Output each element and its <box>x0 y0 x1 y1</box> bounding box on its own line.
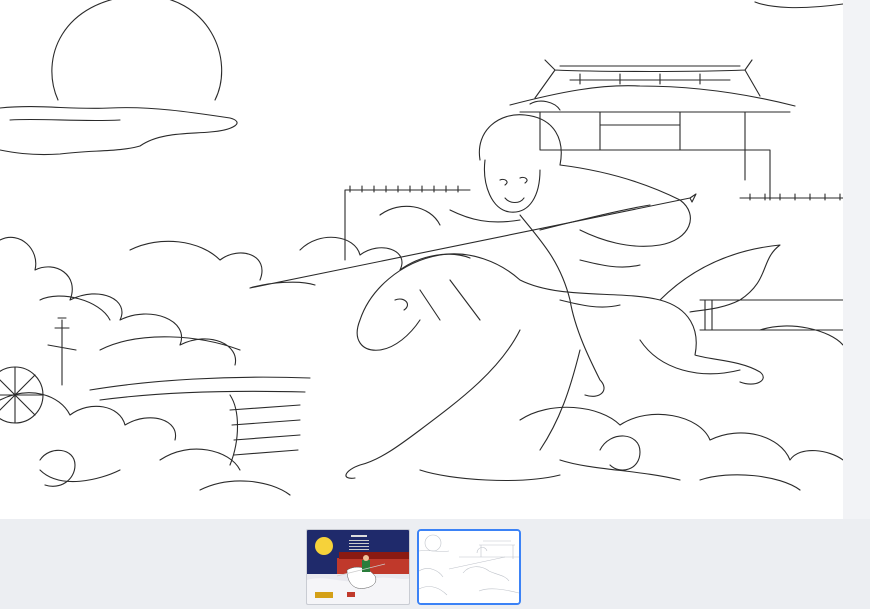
gate-tower-roof <box>509 59 796 107</box>
main-image[interactable] <box>0 0 843 519</box>
colored-illustration-thumbnail <box>307 530 409 604</box>
rider-cape <box>559 164 691 247</box>
rider-face <box>483 159 541 213</box>
line-art-thumbnail <box>419 531 519 603</box>
spear-shape <box>249 193 697 289</box>
moon-shape <box>51 0 223 101</box>
sword-shape <box>47 317 77 386</box>
rider-helmet <box>478 100 562 166</box>
thumbnail-line-art[interactable] <box>417 529 521 605</box>
rider-body <box>519 214 605 397</box>
image-viewer <box>0 0 870 609</box>
top-cloud <box>754 1 843 9</box>
scroll-gutter[interactable] <box>843 0 870 519</box>
line-art-illustration <box>0 0 843 496</box>
city-wall <box>344 185 471 261</box>
cloud-bank <box>0 236 263 366</box>
moon-cloud <box>0 106 238 156</box>
horse-body <box>359 253 764 385</box>
thumbnail-colored[interactable] <box>306 529 410 605</box>
thumbnail-strip <box>0 519 870 609</box>
flag-shape <box>89 376 311 466</box>
